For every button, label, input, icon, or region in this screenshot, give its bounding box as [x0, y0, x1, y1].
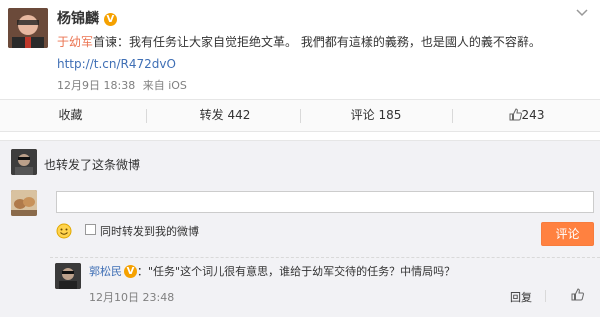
post-text: 于幼军首谏：我有任务让大家自觉拒绝文革。 我們都有這樣的義務，也是國人的義不容辭…	[57, 33, 541, 50]
comment-line: 郭松民 V ："任务"这个词儿很有意思，谁给于幼军交待的任务？中情局吗？	[89, 263, 455, 279]
also-repost-checkbox[interactable]	[85, 224, 96, 235]
comment-tab-button[interactable]: 评论 185	[301, 100, 451, 131]
post-body: 首谏：我有任务让大家自觉拒绝文革。 我們都有這樣的義務，也是國人的義不容辭。	[93, 35, 541, 49]
submit-comment-button[interactable]: 评论	[541, 222, 594, 246]
verified-badge-icon: V	[103, 13, 117, 26]
favorite-button[interactable]: 收藏	[0, 100, 141, 131]
mention-link[interactable]: 于幼军	[57, 35, 93, 49]
my-avatar[interactable]	[11, 190, 37, 216]
like-button[interactable]: 243	[453, 100, 600, 131]
like-count: 243	[521, 108, 545, 122]
repost-notice-text: 也转发了这条微博	[44, 158, 141, 172]
thumbs-up-icon	[509, 102, 522, 133]
thumbs-up-icon	[571, 288, 584, 304]
author-name[interactable]: 杨锦麟 V	[57, 8, 117, 28]
reposter-avatar[interactable]	[11, 149, 37, 175]
comment-like-button[interactable]	[571, 288, 584, 304]
post-menu-icon[interactable]	[575, 6, 589, 17]
smiley-icon[interactable]	[56, 223, 72, 239]
post-meta: 12月9日 18:38 来自 iOS	[57, 77, 187, 93]
action-bar: 收藏 转发 442 评论 185 243	[0, 99, 600, 132]
divider	[545, 290, 546, 302]
author-name-text[interactable]: 杨锦麟	[57, 11, 99, 27]
comment-text: ："任务"这个词儿很有意思，谁给于幼军交待的任务？中情局吗？	[137, 265, 456, 278]
repost-button[interactable]: 转发 442	[150, 100, 300, 131]
commenter-avatar[interactable]	[55, 263, 81, 289]
author-avatar[interactable]	[8, 8, 48, 48]
also-repost-label[interactable]: 同时转发到我的微博	[100, 223, 199, 239]
comment-timestamp: 12月10日 23:48	[89, 291, 175, 304]
post-source: 来自 iOS	[142, 79, 187, 92]
short-link[interactable]: http://t.cn/R472dvO	[57, 57, 176, 71]
commenter-name[interactable]: 郭松民	[89, 265, 122, 278]
comment-input[interactable]	[56, 191, 594, 213]
verified-badge-icon: V	[124, 265, 137, 278]
divider	[146, 109, 147, 123]
post-timestamp[interactable]: 12月9日 18:38	[57, 79, 135, 92]
reply-button[interactable]: 回复	[510, 289, 532, 305]
